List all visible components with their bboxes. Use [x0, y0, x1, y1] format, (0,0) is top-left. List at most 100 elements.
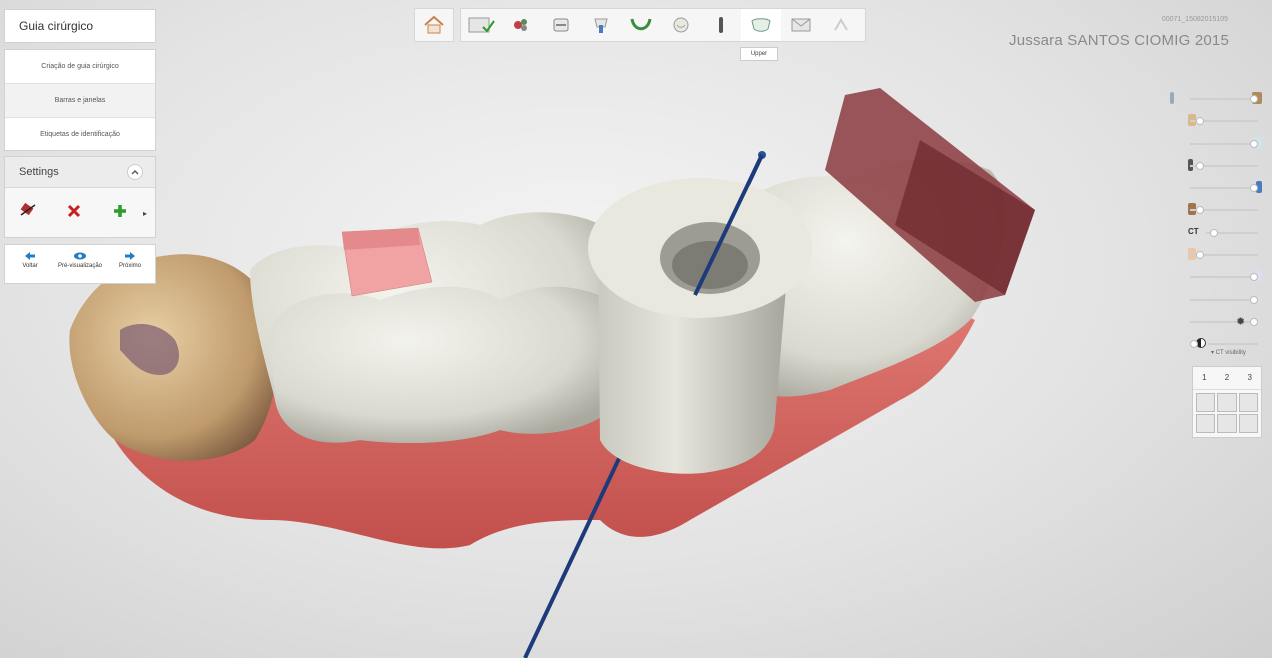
envelope-icon [791, 18, 811, 32]
module-title-panel: Guia cirúrgico [4, 9, 156, 43]
slider-thumb[interactable] [1250, 317, 1258, 326]
slider-row: ✹ [1166, 311, 1266, 333]
toolbar-tooltip: Upper [740, 47, 778, 61]
home-icon [424, 15, 444, 34]
view-top-icon[interactable] [1196, 414, 1216, 433]
slider-row [1166, 266, 1266, 288]
tool-arch[interactable] [621, 9, 661, 41]
remove-button[interactable] [51, 188, 97, 238]
slider-track[interactable] [1190, 276, 1258, 279]
brightness-icon: ✹ [1236, 315, 1246, 328]
slider-thumb[interactable] [1250, 95, 1258, 103]
slider-thumb[interactable] [1196, 206, 1204, 215]
implant-icon [719, 17, 723, 33]
checklist-icon [468, 17, 495, 33]
implant-small-icon [1170, 92, 1174, 104]
slider-thumb[interactable] [1196, 251, 1204, 260]
tool-disabled[interactable] [821, 9, 861, 41]
tool-upper-guide[interactable] [741, 9, 781, 41]
tooth-icon [673, 17, 689, 33]
menu-item-surgical-guide[interactable]: Criação de guia cirúrgico [5, 50, 155, 84]
case-id: 00071_15082015105 [1161, 16, 1228, 23]
implant-plan-icon [594, 18, 608, 33]
slider-row: CT [1166, 222, 1266, 244]
slider-thumb[interactable] [1196, 161, 1204, 170]
slider-track[interactable] [1190, 142, 1258, 145]
tool-implant-plan[interactable] [581, 9, 621, 41]
tool-prescription[interactable] [461, 9, 501, 41]
next-button[interactable]: Próximo [105, 245, 155, 283]
view-back-icon[interactable] [1238, 414, 1258, 433]
view-layout-panel: 1 2 3 [1192, 366, 1262, 438]
tool-model[interactable] [541, 9, 581, 41]
slider-row [1166, 244, 1266, 266]
slider-row [1166, 133, 1266, 155]
model-icon [553, 18, 569, 32]
slider-row [1166, 177, 1266, 199]
home-button[interactable] [415, 9, 453, 41]
workflow-menu: Criação de guia cirúrgico Barras e janel… [4, 49, 156, 151]
settings-tools: ▸ [5, 188, 155, 238]
slider-track[interactable] [1190, 98, 1258, 100]
menu-item-bars-windows[interactable]: Barras e janelas [5, 84, 155, 118]
back-button[interactable]: Voltar [5, 245, 55, 283]
slider-row [1166, 155, 1266, 177]
slider-row [1166, 110, 1266, 132]
more-icon[interactable]: ▸ [143, 209, 151, 218]
eye-icon [74, 252, 86, 260]
ct-label: CT [1188, 226, 1199, 236]
visibility-sliders: CT ✹ [1166, 88, 1266, 356]
scan-icon [514, 19, 527, 31]
navigation-panel: Voltar Pré-visualização Próximo [4, 244, 156, 284]
tool-implant[interactable] [701, 9, 741, 41]
view-bottom-icon[interactable] [1217, 414, 1237, 433]
close-icon [67, 204, 81, 218]
view-cube-grid [1193, 390, 1261, 436]
slider-thumb[interactable] [1250, 139, 1258, 148]
preview-button[interactable]: Pré-visualização [55, 245, 105, 283]
slider-row [1166, 88, 1266, 110]
settings-panel: Settings ▸ [4, 156, 156, 238]
view-right-icon[interactable] [1238, 393, 1258, 412]
settings-label: Settings [19, 166, 59, 178]
tool-tooth[interactable] [661, 9, 701, 41]
delete-bar-button[interactable] [5, 188, 51, 238]
slider-thumb[interactable] [1196, 117, 1204, 126]
slider-track[interactable] [1190, 187, 1258, 190]
layout-tab-1[interactable]: 1 [1193, 367, 1216, 389]
home-toolbar [414, 8, 454, 42]
slider-row [1166, 199, 1266, 221]
arch-icon [630, 18, 652, 31]
back-label: Voltar [22, 263, 38, 269]
slider-track[interactable] [1208, 343, 1258, 346]
upper-guide-icon [751, 18, 771, 32]
tool-export[interactable] [781, 9, 821, 41]
ct-visibility-toggle[interactable]: ▾ CT visibility [1211, 349, 1246, 356]
add-button[interactable] [97, 188, 143, 238]
tooth-crown [270, 286, 615, 443]
slider-thumb[interactable] [1210, 228, 1218, 237]
view-front-icon[interactable] [1196, 393, 1216, 412]
menu-item-labels[interactable]: Etiquetas de identificação [5, 118, 155, 152]
slider-track[interactable] [1190, 320, 1258, 323]
arrow-right-icon [125, 252, 135, 260]
slider-track[interactable] [1190, 298, 1258, 301]
patient-name: Jussara SANTOS CIOMIG 2015 [1009, 32, 1229, 49]
settings-header: Settings [5, 157, 155, 188]
slider-thumb[interactable] [1250, 295, 1258, 304]
share-icon [834, 18, 848, 31]
view-left-icon[interactable] [1217, 393, 1237, 412]
slider-thumb[interactable] [1190, 340, 1198, 349]
layout-tab-2[interactable]: 2 [1216, 367, 1239, 389]
workflow-toolbar [460, 8, 866, 42]
layout-number-tabs: 1 2 3 [1193, 367, 1261, 390]
plus-icon [114, 205, 126, 217]
ct-visibility-label: CT visibility [1215, 350, 1246, 356]
layout-tab-3[interactable]: 3 [1238, 367, 1261, 389]
tool-scan[interactable] [501, 9, 541, 41]
3d-viewport[interactable] [0, 0, 1272, 658]
preview-label: Pré-visualização [57, 263, 103, 269]
chevron-up-icon [131, 170, 139, 175]
collapse-button[interactable] [127, 164, 143, 180]
arrow-left-icon [25, 252, 35, 260]
